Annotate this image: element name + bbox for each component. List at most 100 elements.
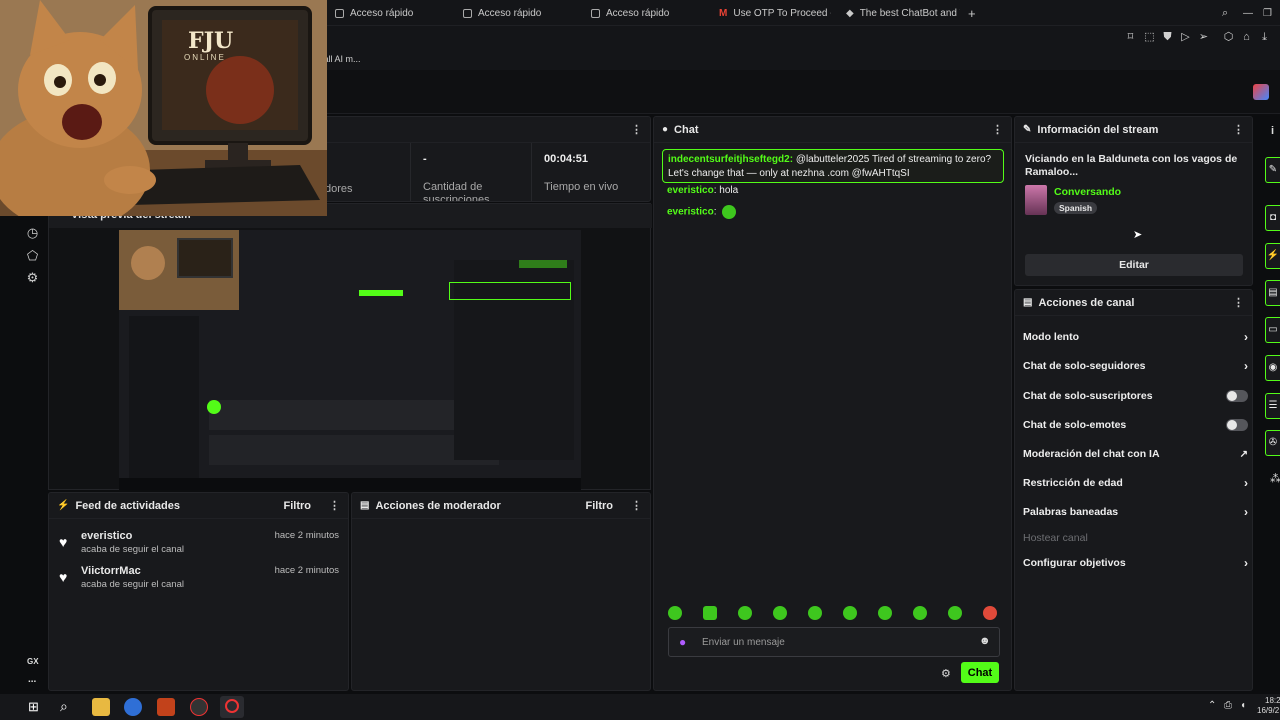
more-options-icon[interactable]: ⋮ xyxy=(1233,123,1244,136)
bookmark-icon[interactable]: ⌑ xyxy=(1124,31,1137,44)
more-options-icon[interactable]: ⋮ xyxy=(329,499,340,512)
list-icon[interactable]: ☰ xyxy=(1265,393,1280,419)
windows-start-icon[interactable]: ⊞ xyxy=(28,699,39,715)
emote-icon[interactable] xyxy=(948,606,962,620)
goals-item[interactable]: Configurar objetivos › xyxy=(1023,553,1248,573)
tab-acceso-rapido-3[interactable]: Acceso rápido xyxy=(591,0,711,26)
clock-time[interactable]: 18:2 xyxy=(1265,696,1280,705)
subscriptions-stat: - Cantidad de suscripciones xyxy=(410,143,531,202)
screenshot-icon[interactable]: ⬚ xyxy=(1143,31,1156,44)
network-icon[interactable]: ⎙ xyxy=(1224,700,1232,711)
age-restriction-item[interactable]: Restricción de edad › xyxy=(1023,473,1248,493)
puzzle-icon[interactable]: ⬠ xyxy=(25,248,40,263)
emote-icon[interactable] xyxy=(773,606,787,620)
download-icon[interactable]: ⤓ xyxy=(1258,31,1271,44)
mod-filter-button[interactable]: Filtro xyxy=(586,500,614,512)
play-icon[interactable]: ▷ xyxy=(1179,31,1192,44)
feed-user[interactable]: ViictorrMac xyxy=(81,565,141,577)
emote-icon[interactable] xyxy=(703,606,717,620)
chat-icon[interactable]: ▭ xyxy=(1265,317,1280,343)
chat-bubble-icon: ● xyxy=(662,124,669,135)
tab-acceso-rapido-1[interactable]: Acceso rápido xyxy=(335,0,455,26)
grid-icon xyxy=(591,8,600,18)
extensions-icon[interactable]: ⬡ xyxy=(1222,31,1235,44)
stream-preview-panel: Vista previa del stream xyxy=(48,203,652,490)
chevron-up-icon[interactable]: ⌃ xyxy=(1208,700,1216,711)
tab-acceso-rapido-2[interactable]: Acceso rápido xyxy=(463,0,583,26)
subscribers-only-toggle[interactable] xyxy=(1226,390,1248,402)
chat-user[interactable]: everistico xyxy=(667,207,714,218)
send-icon[interactable]: ➢ xyxy=(1197,31,1210,44)
stream-video[interactable] xyxy=(119,230,581,490)
volume-icon[interactable]: ◖ xyxy=(1240,700,1246,711)
subscriptions-label: Cantidad de suscripciones xyxy=(423,181,490,202)
emote-icon[interactable] xyxy=(913,606,927,620)
emote-icon[interactable] xyxy=(738,606,752,620)
category-thumbnail[interactable] xyxy=(1025,185,1047,215)
feed-filter-button[interactable]: Filtro xyxy=(284,500,312,512)
emote-icon[interactable] xyxy=(808,606,822,620)
chat-input[interactable]: ● Enviar un mensaje ☻ xyxy=(668,627,1000,657)
gx-label[interactable]: GX xyxy=(27,657,39,666)
tab-otp[interactable]: M Use OTP To Proceed - xd xyxy=(719,0,831,26)
more-options-icon[interactable]: ⋮ xyxy=(992,123,1003,136)
emotes-only-toggle[interactable] xyxy=(1226,419,1248,431)
clock-icon[interactable]: ◷ xyxy=(25,225,40,240)
pinned-user[interactable]: indecentsurfeitjhseftegd2: xyxy=(668,154,793,165)
pencil-icon[interactable]: ✎ xyxy=(1265,157,1280,183)
followers-only-item[interactable]: Chat de solo-seguidores › xyxy=(1023,356,1248,376)
lightning-icon[interactable]: ⚡ xyxy=(1265,243,1280,269)
pinned-message[interactable]: indecentsurfeitjhseftegd2: @labutteler20… xyxy=(662,149,1004,183)
game-icon[interactable] xyxy=(157,698,175,716)
chat-settings-icon[interactable]: ⚙ xyxy=(941,667,951,680)
search-tabs-icon[interactable]: ⌕ xyxy=(1222,0,1234,26)
subscribers-only-item: Chat de solo-suscriptores xyxy=(1023,386,1248,406)
chat-title: Chat xyxy=(674,123,699,136)
new-tab-button[interactable]: + xyxy=(968,0,982,26)
category-link[interactable]: Conversando xyxy=(1054,186,1121,198)
clock-date[interactable]: 16/9/2 xyxy=(1257,706,1279,715)
info-icon[interactable]: i xyxy=(1271,125,1274,137)
emote-icon[interactable] xyxy=(983,606,997,620)
camera-icon[interactable]: ◘ xyxy=(1265,205,1280,231)
emote-icon[interactable] xyxy=(843,606,857,620)
slow-mode-item[interactable]: Modo lento › xyxy=(1023,327,1248,347)
gear-icon[interactable]: ⚙ xyxy=(25,270,40,285)
emote-icon[interactable] xyxy=(878,606,892,620)
emote-icon[interactable] xyxy=(668,606,682,620)
folder-icon[interactable] xyxy=(92,698,110,716)
app-icon[interactable] xyxy=(190,698,208,716)
document-icon[interactable]: ▤ xyxy=(1265,280,1280,306)
feed-item: ♥ ViictorrMac acaba de seguir el canal h… xyxy=(59,565,339,595)
more-options-icon[interactable]: ⋮ xyxy=(631,499,642,512)
fju-logo-sub: ONLINE xyxy=(184,53,226,62)
maximize-icon[interactable]: ❐ xyxy=(1263,0,1275,26)
browser-icon[interactable] xyxy=(124,698,142,716)
broadcast-icon[interactable]: ◉ xyxy=(1265,355,1280,381)
more-options-icon[interactable]: ⋮ xyxy=(1233,296,1244,309)
banned-words-item[interactable]: Palabras baneadas › xyxy=(1023,502,1248,522)
feed-user[interactable]: everistico xyxy=(81,530,132,542)
shield-icon[interactable]: ⛊ xyxy=(1161,31,1174,44)
ai-moderation-item[interactable]: Moderación del chat con IA ↗ xyxy=(1023,444,1248,464)
channel-actions-header: ▤ Acciones de canal ⋮ xyxy=(1015,290,1252,316)
avatar[interactable] xyxy=(1253,84,1269,100)
nodes-icon[interactable]: ⁂ xyxy=(1270,472,1280,485)
emoji-icon[interactable]: ☻ xyxy=(979,635,991,647)
action-label: Modo lento xyxy=(1023,331,1079,343)
tab-chatbot[interactable]: ◆ The best ChatBot and Wr xyxy=(846,0,960,26)
more-options-icon[interactable]: ⋮ xyxy=(631,123,642,136)
home-icon[interactable]: ⌂ xyxy=(1240,31,1253,44)
chat-user[interactable]: everistico xyxy=(667,185,714,196)
more-icon[interactable]: ... xyxy=(28,674,36,685)
edit-button[interactable]: Editar xyxy=(1025,254,1243,276)
minimize-icon[interactable]: — xyxy=(1243,0,1255,26)
cursor-icon: ➤ xyxy=(1133,229,1143,241)
search-icon[interactable]: ⌕ xyxy=(60,698,68,715)
tab-label: Acceso rápido xyxy=(606,7,670,19)
wrench-icon[interactable]: ✇ xyxy=(1265,430,1280,456)
chat-send-button[interactable]: Chat xyxy=(961,662,999,683)
opera-gx-icon[interactable] xyxy=(220,696,244,718)
chat-panel: ● Chat ⋮ indecentsurfeitjhseftegd2: @lab… xyxy=(653,116,1012,691)
microphone-icon[interactable]: ● xyxy=(679,635,686,649)
